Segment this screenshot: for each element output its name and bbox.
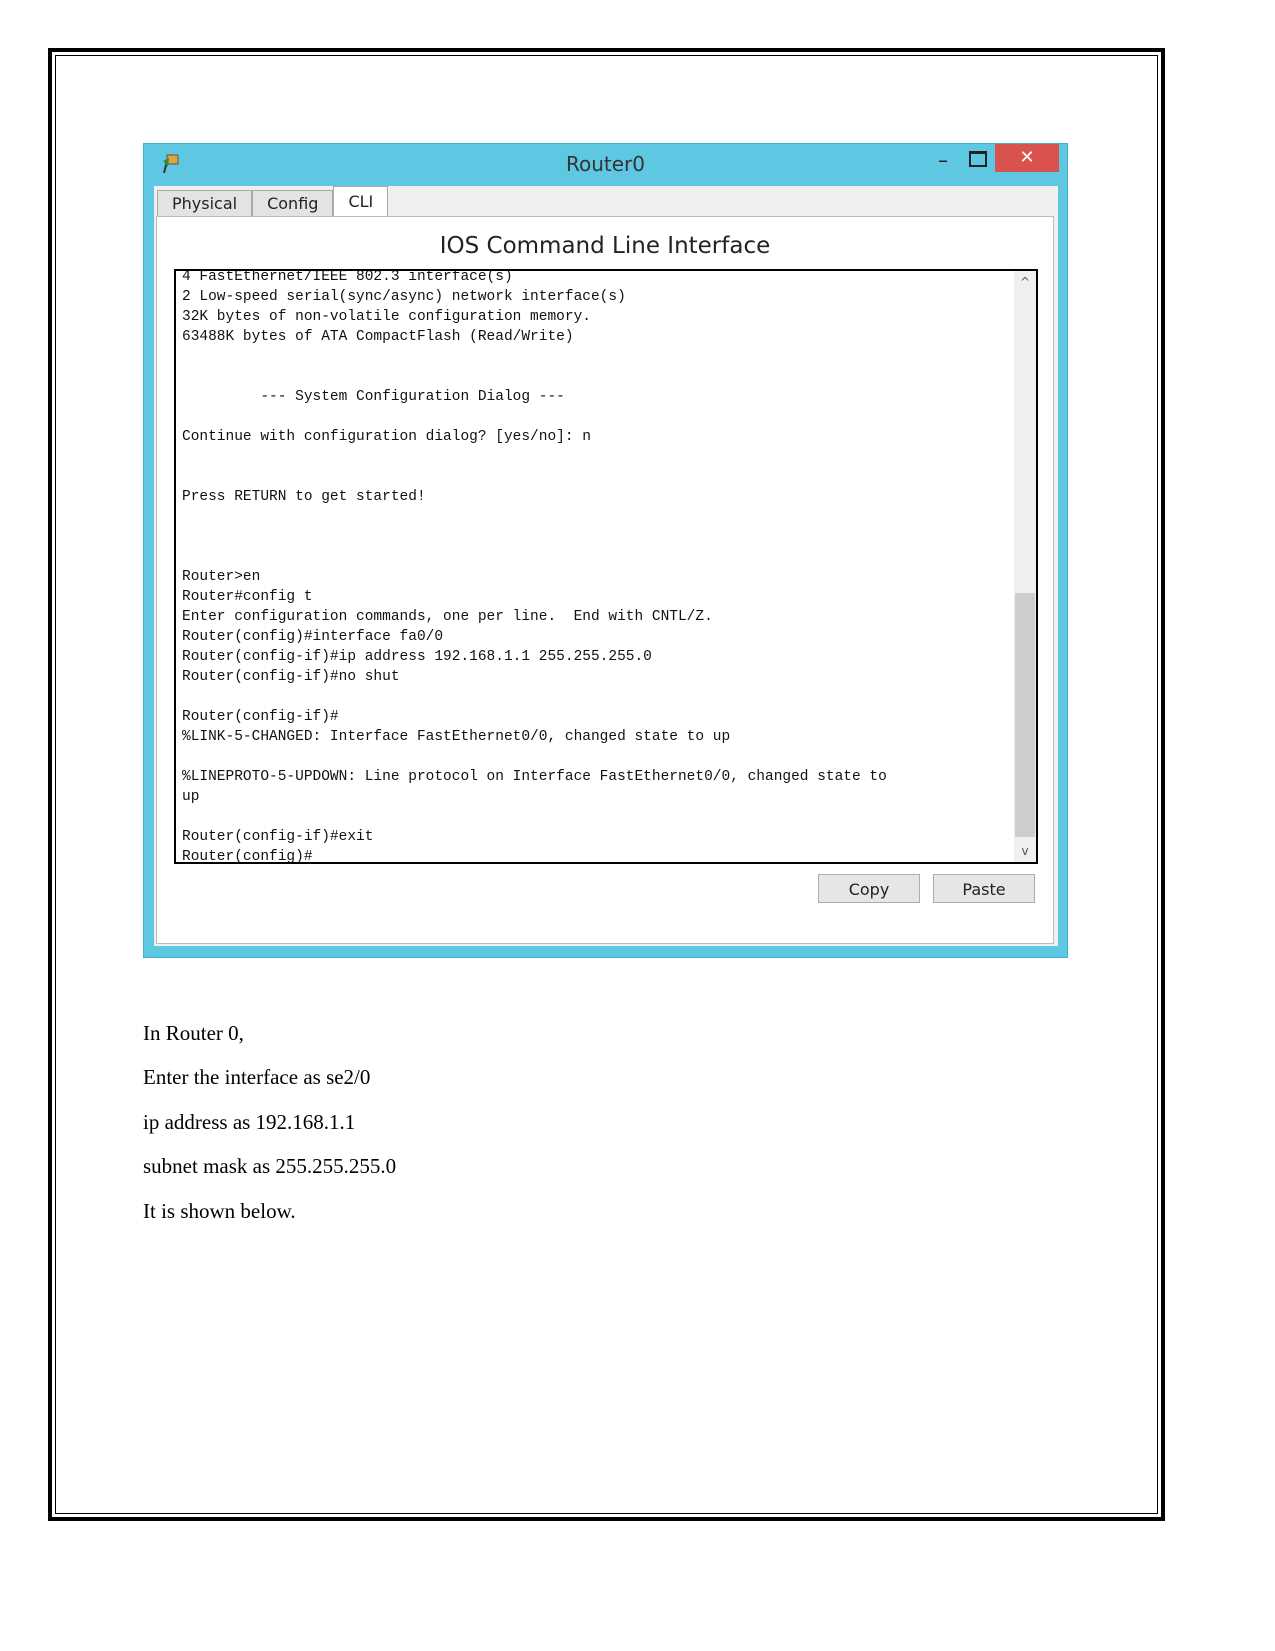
cli-panel: IOS Command Line Interface 4 FastEtherne… xyxy=(156,216,1054,944)
cli-terminal[interactable]: 4 FastEthernet/IEEE 802.3 interface(s) 2 … xyxy=(174,269,1038,864)
terminal-line: Continue with configuration dialog? [yes… xyxy=(182,429,591,445)
terminal-line: Router>en xyxy=(182,569,261,585)
tab-cli[interactable]: CLI xyxy=(333,186,389,217)
terminal-line: up xyxy=(182,789,200,805)
paragraph: In Router 0, xyxy=(143,1021,244,1045)
paragraph: Enter the interface as se2/0 xyxy=(143,1065,371,1089)
scroll-up-icon[interactable]: ^ xyxy=(1014,275,1036,289)
paragraph: subnet mask as 255.255.255.0 xyxy=(143,1154,397,1178)
terminal-line: Router(config-if)#exit xyxy=(182,829,374,845)
maximize-button[interactable] xyxy=(969,151,987,167)
paste-button[interactable]: Paste xyxy=(933,874,1035,903)
tab-config[interactable]: Config xyxy=(252,190,334,217)
scrollbar[interactable]: ^ v xyxy=(1014,271,1036,862)
panel-heading: IOS Command Line Interface xyxy=(439,233,771,259)
window-body: Physical Config CLI IOS Command Line Int… xyxy=(154,186,1058,946)
terminal-line: Router(config-if)#no shut xyxy=(182,669,400,685)
scroll-down-icon[interactable]: v xyxy=(1014,844,1036,858)
paragraph: It is shown below. xyxy=(143,1199,296,1223)
terminal-line: Router(config-if)# xyxy=(182,709,339,725)
paragraph: ip address as 192.168.1.1 xyxy=(143,1110,356,1134)
terminal-line: Router(config-if)#ip address 192.168.1.1… xyxy=(182,649,652,665)
close-button[interactable]: ✕ xyxy=(995,144,1059,172)
minimize-button[interactable]: – xyxy=(932,148,954,178)
terminal-line: Router(config)# xyxy=(182,849,313,864)
title-bar: Router0 – ✕ xyxy=(144,144,1067,184)
scrollbar-thumb[interactable] xyxy=(1015,593,1035,837)
window-title: Router0 xyxy=(565,152,645,176)
terminal-line: 4 FastEthernet/IEEE 802.3 interface(s) xyxy=(182,269,513,285)
terminal-line: 2 Low-speed serial(sync/async) network i… xyxy=(182,289,626,305)
terminal-line: 63488K bytes of ATA CompactFlash (Read/W… xyxy=(182,329,574,345)
terminal-line: --- System Configuration Dialog --- xyxy=(182,389,565,405)
tab-physical[interactable]: Physical xyxy=(157,190,253,217)
terminal-line: Enter configuration commands, one per li… xyxy=(182,609,713,625)
terminal-line: %LINK-5-CHANGED: Interface FastEthernet0… xyxy=(182,729,731,745)
tab-bar: Physical Config CLI xyxy=(157,186,389,218)
terminal-line: Router#config t xyxy=(182,589,313,605)
terminal-line: Router(config)#interface fa0/0 xyxy=(182,629,444,645)
terminal-line: Press RETURN to get started! xyxy=(182,489,426,505)
terminal-output: 4 FastEthernet/IEEE 802.3 interface(s) 2 … xyxy=(182,269,887,864)
router-window-screenshot: Router0 – ✕ Physical Config CLI IOS Comm… xyxy=(143,143,1068,958)
copy-button[interactable]: Copy xyxy=(818,874,920,903)
terminal-line: 32K bytes of non-volatile configuration … xyxy=(182,309,591,325)
terminal-line: %LINEPROTO-5-UPDOWN: Line protocol on In… xyxy=(182,769,887,785)
